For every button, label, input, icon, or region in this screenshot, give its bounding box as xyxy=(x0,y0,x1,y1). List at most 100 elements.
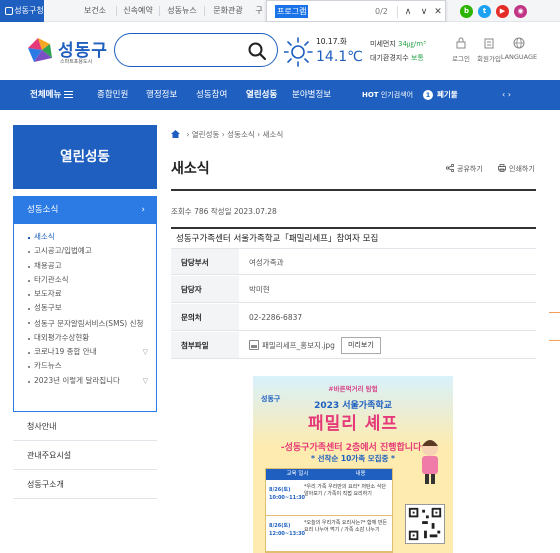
info-row-contact: 문의처 02-2286-6837 xyxy=(171,304,536,331)
login-link[interactable]: 로그인 xyxy=(446,37,476,63)
poster-table-row: 8/26(토) 10:00~11:30 *우리 가족 우리만의 요리* 저탄소 … xyxy=(266,480,392,516)
home-icon xyxy=(5,7,13,15)
sidebar-item-card-news[interactable]: 카드뉴스 xyxy=(28,359,148,373)
sidebar-title: 열린성동 xyxy=(13,125,157,189)
page-title: 새소식 xyxy=(171,161,210,177)
youtube-icon[interactable]: ▶ xyxy=(496,5,509,18)
divider xyxy=(397,6,398,18)
poster-title: 패밀리 셰프 xyxy=(307,414,399,434)
sidebar-item-news[interactable]: 새소식 xyxy=(28,230,148,244)
printer-icon xyxy=(498,164,506,172)
search-input[interactable] xyxy=(114,33,278,67)
chevron-down-icon: ▽ xyxy=(142,376,148,385)
image-file-icon xyxy=(249,340,259,350)
chef-girl-illustration-icon xyxy=(422,440,438,484)
share-icon xyxy=(446,164,454,172)
browser-find-bar: 프로그램 0/2 ∧ ∨ ✕ xyxy=(266,0,446,22)
weather-temperature: 14.1℃ xyxy=(316,49,363,65)
weather-date: 10.17.화 xyxy=(316,37,347,46)
hamburger-icon xyxy=(64,91,74,98)
sidebar-item-building-guide[interactable]: 청사안내 xyxy=(13,412,157,441)
find-previous-button[interactable]: ∧ xyxy=(401,1,415,23)
poster-table-header: 교육 일시 내용 xyxy=(266,469,392,480)
sidebar-item-press[interactable]: 보도자료 xyxy=(28,287,148,301)
logo-mark-icon xyxy=(28,38,52,62)
breadcrumb-item[interactable]: 성동소식 xyxy=(227,130,255,139)
divider xyxy=(204,6,205,16)
breadcrumb-sep: › xyxy=(186,130,190,139)
nav-open-seongdong[interactable]: 열린성동 xyxy=(246,80,277,110)
chevron-down-icon: ▽ xyxy=(142,348,148,357)
nav-field-info[interactable]: 분야별정보 xyxy=(292,80,331,110)
attachment-link[interactable]: 패밀리세프_홍보지.jpg xyxy=(249,332,335,359)
find-next-button[interactable]: ∨ xyxy=(417,1,431,23)
find-query[interactable]: 프로그램 xyxy=(275,5,309,18)
globe-icon xyxy=(513,37,525,49)
breadcrumb-sep: › xyxy=(221,130,225,139)
sidebar-item-sms[interactable]: 성동구 문자알림서비스(SMS) 신청 xyxy=(28,316,148,331)
site-logo[interactable]: 성동구 스마트포용도시 xyxy=(24,34,110,72)
nav-participation[interactable]: 성동참여 xyxy=(196,80,227,110)
sidebar-item-facilities[interactable]: 관내주요시설 xyxy=(13,441,157,470)
search-icon[interactable] xyxy=(247,41,267,61)
all-menu-button[interactable]: 전체메뉴 xyxy=(30,80,74,110)
tab-seongdong-news[interactable]: 성동뉴스 xyxy=(162,0,202,22)
poster-schedule-table: 교육 일시 내용 8/26(토) 10:00~11:30 *우리 가족 우리만의… xyxy=(265,468,393,553)
sidebar-item-changes-2023[interactable]: 2023년 이렇게 달라집니다 ▽ xyxy=(28,374,148,388)
tab-district-council[interactable]: 구의 xyxy=(252,0,266,37)
logo-slogan: 스마트포용도시 xyxy=(60,59,93,65)
sidebar-item-covid19[interactable]: 코로나19 종합 안내 ▽ xyxy=(28,345,148,359)
instagram-icon[interactable]: ◉ xyxy=(514,5,527,18)
sidebar-submenu: 새소식 고시공고/입법예고 채용공고 타기관소식 보도자료 성동구보 성동구 문… xyxy=(13,224,157,412)
sidebar-item-notices[interactable]: 고시공고/입법예고 xyxy=(28,244,148,258)
post-title: 성동구가족센터 서울가족학교「패밀리세프」참여자 모집 xyxy=(176,234,379,244)
lock-icon xyxy=(456,37,466,49)
main-navigation: 전체메뉴 종합민원 행정정보 성동참여 열린성동 분야별정보 HOT 인기검색어… xyxy=(0,80,560,110)
print-button[interactable]: 인쇄하기 xyxy=(498,164,535,174)
site-header: 성동구 스마트포용도시 10.17.화 14.1℃ 미세먼지 34㎍/m³ 대기… xyxy=(0,22,560,80)
user-icon xyxy=(484,38,494,49)
tab-health-center[interactable]: 보건소 xyxy=(78,0,112,22)
info-row-department: 담당부서 여성가족과 xyxy=(171,248,536,275)
tab-quick-reservation[interactable]: 신속예약 xyxy=(118,0,158,22)
divider xyxy=(159,6,160,16)
sidebar-item-gazette[interactable]: 성동구보 xyxy=(28,301,148,315)
find-match-count: 0/2 xyxy=(375,7,388,16)
breadcrumb-item[interactable]: 열린성동 xyxy=(192,130,220,139)
blog-icon[interactable]: b xyxy=(460,5,473,18)
sidebar-item-recruitment[interactable]: 채용공고 xyxy=(28,259,148,273)
nav-civil-service[interactable]: 종합민원 xyxy=(97,80,128,110)
page-edge-marker xyxy=(549,340,560,341)
language-link[interactable]: LANGUAGE xyxy=(500,37,538,61)
sidebar-section-news[interactable]: 성동소식 › xyxy=(13,196,157,224)
tab-culture-tour[interactable]: 문화관광 xyxy=(208,0,248,22)
nav-admin-info[interactable]: 행정정보 xyxy=(146,80,177,110)
fine-dust-info: 미세먼지 34㎍/m³ xyxy=(370,40,426,48)
breadcrumb: › 열린성동 › 성동소식 › 새소식 xyxy=(171,129,283,140)
divider xyxy=(116,6,117,16)
qr-code-icon xyxy=(405,504,445,544)
info-row-attachment: 첨부파일 패밀리세프_홍보지.jpg 미리보기 xyxy=(171,332,536,359)
sidebar-item-other-agency[interactable]: 타기관소식 xyxy=(28,273,148,287)
poster-hashtag: #바른먹거리 탐험 xyxy=(328,385,378,393)
popular-rank-badge: 1 xyxy=(423,90,433,100)
popular-search-label: HOT 인기검색어 xyxy=(362,91,414,99)
event-poster-image: 성동구 #바른먹거리 탐험 2023 서울가족학교 패밀리 셰프 -성동구가족센… xyxy=(253,376,453,553)
popular-keyword-arrows[interactable]: ‹ › xyxy=(502,80,511,110)
find-close-button[interactable]: ✕ xyxy=(431,1,445,23)
share-button[interactable]: 공유하기 xyxy=(446,164,483,174)
home-icon[interactable] xyxy=(171,130,180,138)
divider xyxy=(171,227,536,229)
sidebar-item-about[interactable]: 성동구소개 xyxy=(13,470,157,499)
tab-seongdong-office[interactable]: 성동구청 xyxy=(0,0,44,22)
top-utility-bar: 성동구청 보건소 신속예약 성동뉴스 문화관광 구의 프로그램 0/2 ∧ ∨ … xyxy=(0,0,560,37)
sidebar-item-awards[interactable]: 대외평가수상현황 xyxy=(28,331,148,345)
breadcrumb-sep: › xyxy=(257,130,261,139)
twitter-icon[interactable]: t xyxy=(478,5,491,18)
air-quality-info: 대기환경지수 보통 xyxy=(370,54,424,62)
breadcrumb-item[interactable]: 새소식 xyxy=(263,130,284,139)
preview-button[interactable]: 미리보기 xyxy=(341,337,381,354)
poster-table-row: 8/26(토) 12:00~13:30 *오늘의 우리가족 요리사는?* 함께 … xyxy=(266,516,392,552)
page-edge-marker xyxy=(549,312,560,313)
popular-keyword[interactable]: 폐기물 xyxy=(437,80,458,110)
